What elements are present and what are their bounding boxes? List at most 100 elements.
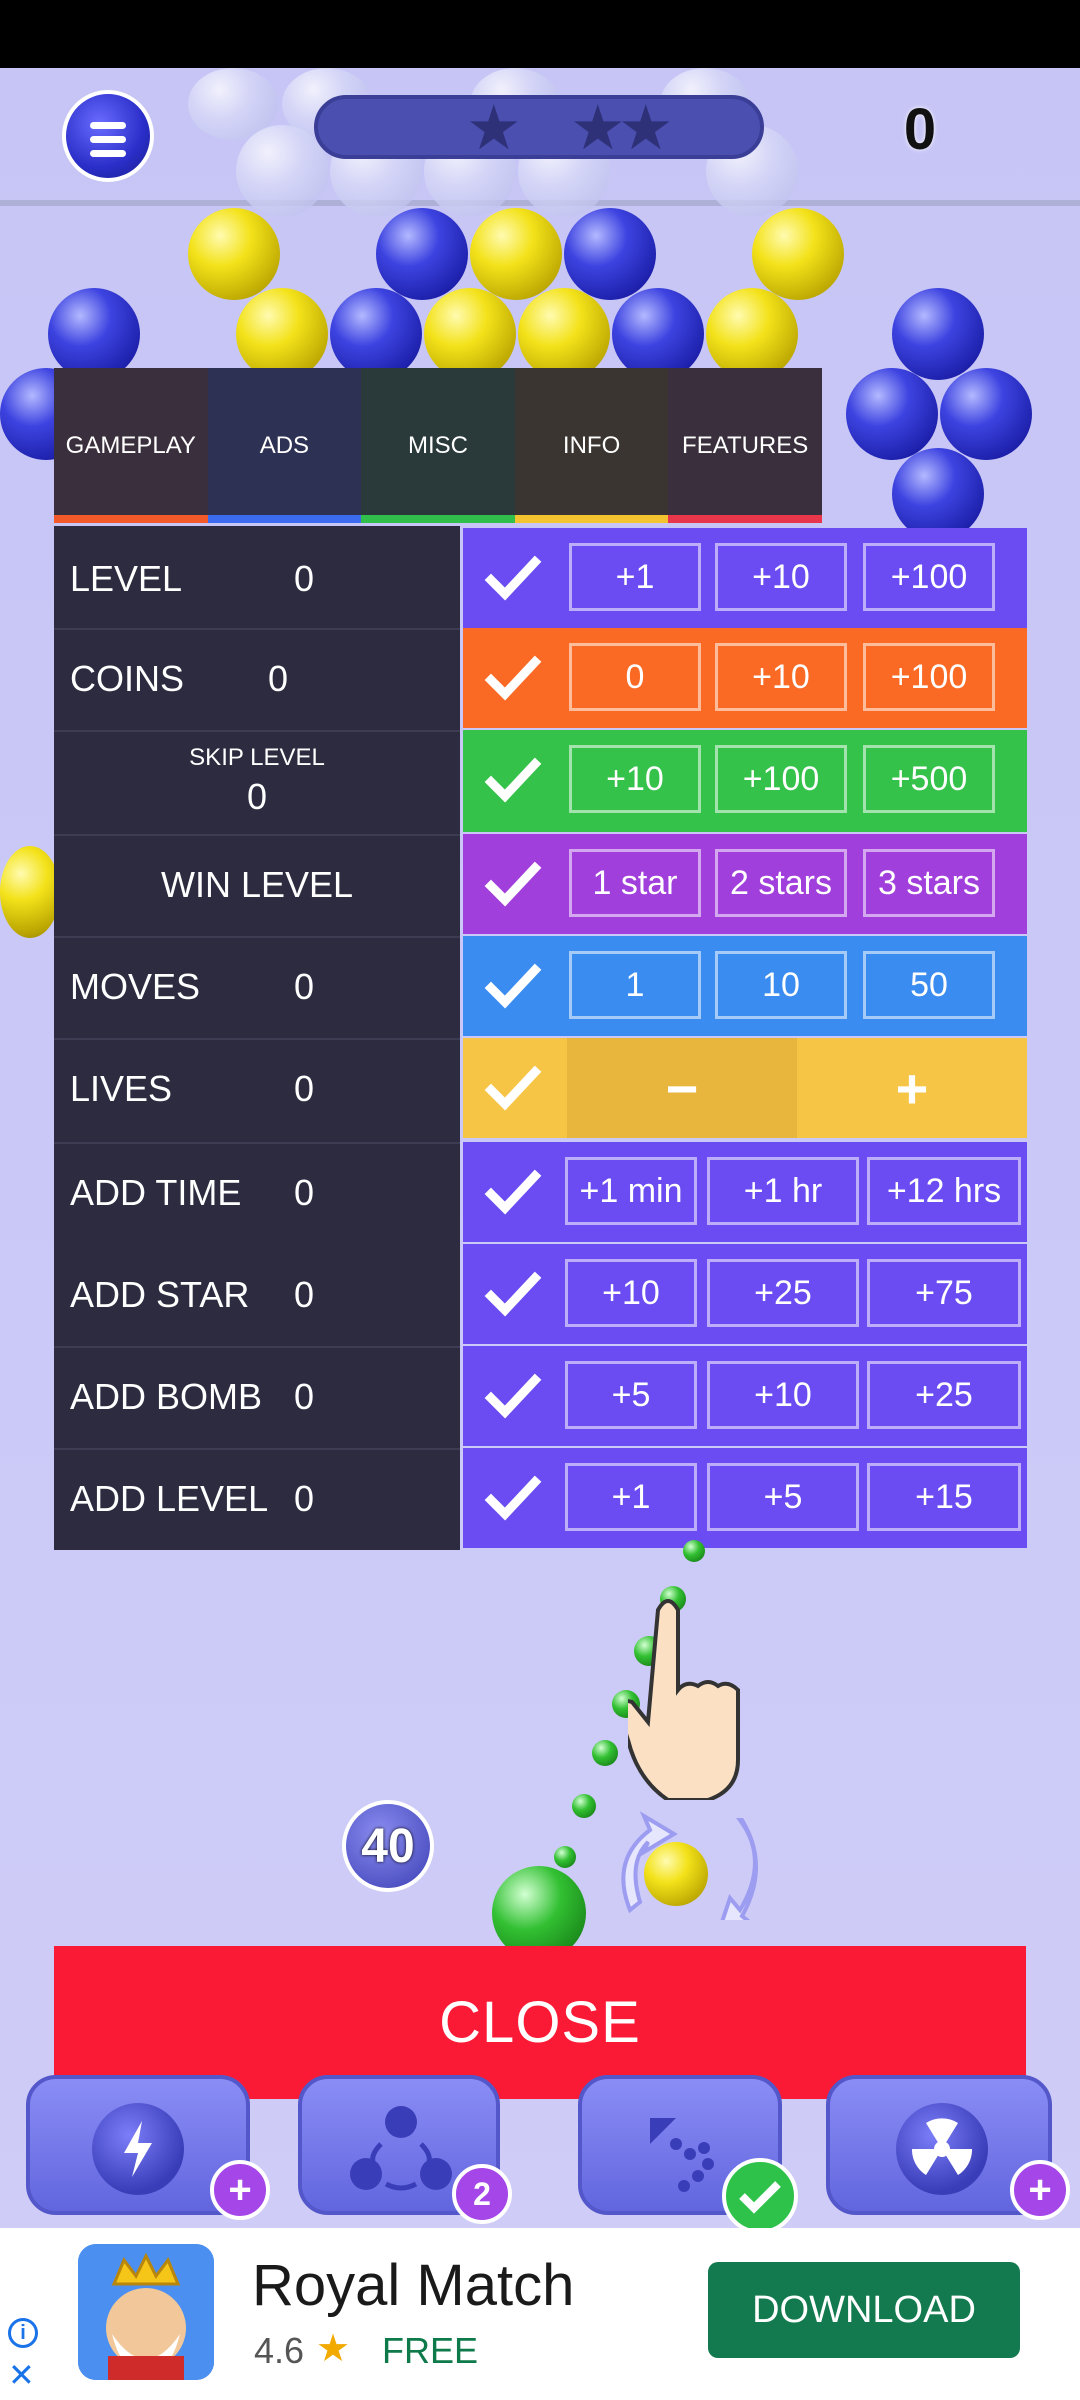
- stat-row: ADD STAR 0: [54, 1244, 460, 1344]
- option-button[interactable]: +1 min: [565, 1157, 697, 1225]
- row-divider: [54, 730, 460, 732]
- option-button[interactable]: +1: [565, 1463, 697, 1531]
- stat-row: COINS 0: [54, 628, 460, 728]
- stat-value: 0: [294, 1172, 315, 1213]
- ad-close-icon[interactable]: ✕: [8, 2356, 35, 2394]
- option-button[interactable]: +500: [863, 745, 995, 813]
- option-row: 1 star 2 stars 3 stars: [463, 834, 1027, 934]
- option-button[interactable]: +1: [569, 543, 701, 611]
- checkmark-icon[interactable]: [483, 956, 543, 1016]
- stat-value: 0: [246, 776, 268, 817]
- row-divider: [54, 936, 460, 938]
- stat-label: ADD LEVEL: [70, 1478, 269, 1519]
- stat-label: ADD STAR: [70, 1274, 250, 1315]
- row-divider: [54, 628, 460, 630]
- ad-title[interactable]: Royal Match: [252, 2252, 574, 2319]
- menu-button[interactable]: [62, 90, 154, 182]
- option-row: +5 +10 +25: [463, 1346, 1027, 1446]
- stat-row: SKIP LEVEL 0: [54, 730, 460, 832]
- tab-info[interactable]: INFO: [514, 368, 669, 523]
- row-divider: [54, 1346, 460, 1348]
- option-button[interactable]: +5: [707, 1463, 859, 1531]
- checkmark-icon[interactable]: [483, 854, 543, 914]
- tab-underline: [207, 515, 362, 523]
- stat-value: 0: [294, 558, 315, 599]
- option-button[interactable]: 3 stars: [863, 849, 995, 917]
- stat-value: 0: [294, 1478, 315, 1519]
- stat-label: SKIP LEVEL: [189, 744, 325, 771]
- stat-row: LIVES 0: [54, 1038, 460, 1138]
- checkmark-icon[interactable]: [483, 648, 543, 708]
- option-button[interactable]: +10: [715, 643, 847, 711]
- add-powerup-icon[interactable]: +: [210, 2160, 270, 2220]
- tab-underline: [54, 515, 208, 523]
- tab-ads[interactable]: ADS: [207, 368, 362, 523]
- tab-label: GAMEPLAY: [65, 431, 196, 459]
- option-row: +10 +100 +500: [463, 730, 1027, 832]
- checkmark-icon[interactable]: [483, 1264, 543, 1324]
- tab-label: FEATURES: [682, 431, 809, 459]
- tab-misc[interactable]: MISC: [361, 368, 515, 523]
- checkmark-icon[interactable]: [483, 1468, 543, 1528]
- option-button[interactable]: +15: [867, 1463, 1021, 1531]
- check-badge-icon: [722, 2158, 798, 2234]
- stat-label: ADD TIME: [70, 1172, 242, 1213]
- option-button[interactable]: 1 star: [569, 849, 701, 917]
- option-row: +1 +10 +100: [463, 528, 1027, 628]
- option-button[interactable]: +10: [715, 543, 847, 611]
- score-display: 0: [903, 97, 937, 162]
- stat-value: 0: [268, 658, 289, 699]
- ad-info-icon[interactable]: i: [8, 2318, 38, 2348]
- add-powerup-icon[interactable]: +: [1010, 2160, 1070, 2220]
- option-button[interactable]: +25: [867, 1361, 1021, 1429]
- option-button[interactable]: +1 hr: [707, 1157, 859, 1225]
- option-button[interactable]: +10: [565, 1259, 697, 1327]
- swap-count-badge: 2: [452, 2164, 512, 2224]
- option-button[interactable]: +12 hrs: [867, 1157, 1021, 1225]
- star-icon: ★: [618, 94, 674, 163]
- download-button[interactable]: DOWNLOAD: [708, 2262, 1020, 2358]
- option-row: +1 min +1 hr +12 hrs: [463, 1142, 1027, 1242]
- tab-underline: [514, 515, 669, 523]
- option-button[interactable]: +10: [569, 745, 701, 813]
- stat-row: WIN LEVEL: [54, 834, 460, 934]
- option-button[interactable]: +100: [863, 643, 995, 711]
- option-button[interactable]: 10: [715, 951, 847, 1019]
- option-row: +1 +5 +15: [463, 1448, 1027, 1548]
- option-button[interactable]: 1: [569, 951, 701, 1019]
- aim-icon: [640, 2108, 730, 2198]
- option-button[interactable]: 50: [863, 951, 995, 1019]
- option-button[interactable]: +100: [863, 543, 995, 611]
- checkmark-icon[interactable]: [483, 548, 543, 608]
- checkmark-icon[interactable]: [483, 1162, 543, 1222]
- swap-icon: [346, 2104, 456, 2194]
- stat-value: 0: [294, 1068, 315, 1109]
- checkmark-icon[interactable]: [483, 750, 543, 810]
- swap-arrows-icon[interactable]: [590, 1800, 790, 1927]
- tab-underline: [361, 515, 515, 523]
- checkmark-icon[interactable]: [483, 1058, 543, 1118]
- option-button[interactable]: +25: [707, 1259, 859, 1327]
- option-button[interactable]: +100: [715, 745, 847, 813]
- ad-price: FREE: [382, 2330, 479, 2371]
- increase-lives-button[interactable]: +: [797, 1038, 1027, 1138]
- star-icon: ★: [466, 94, 522, 163]
- option-button[interactable]: 2 stars: [715, 849, 847, 917]
- option-button[interactable]: +75: [867, 1259, 1021, 1327]
- option-button[interactable]: +10: [707, 1361, 859, 1429]
- royal-match-app-icon[interactable]: [78, 2244, 214, 2380]
- level-progress-bar: ★ ★ ★: [314, 94, 764, 163]
- checkmark-icon[interactable]: [483, 1366, 543, 1426]
- tab-label: INFO: [562, 431, 621, 459]
- option-row: 0 +10 +100: [463, 628, 1027, 728]
- stat-label: MOVES: [70, 966, 201, 1007]
- option-button[interactable]: +5: [565, 1361, 697, 1429]
- lightning-icon: [92, 2103, 184, 2195]
- stat-row: LEVEL 0: [54, 528, 460, 628]
- moves-counter: 40: [342, 1800, 434, 1892]
- tab-features[interactable]: FEATURES: [668, 368, 822, 523]
- tab-gameplay[interactable]: GAMEPLAY: [54, 368, 208, 523]
- stat-row: ADD LEVEL 0: [54, 1448, 460, 1548]
- option-button[interactable]: 0: [569, 643, 701, 711]
- decrease-lives-button[interactable]: −: [567, 1038, 797, 1138]
